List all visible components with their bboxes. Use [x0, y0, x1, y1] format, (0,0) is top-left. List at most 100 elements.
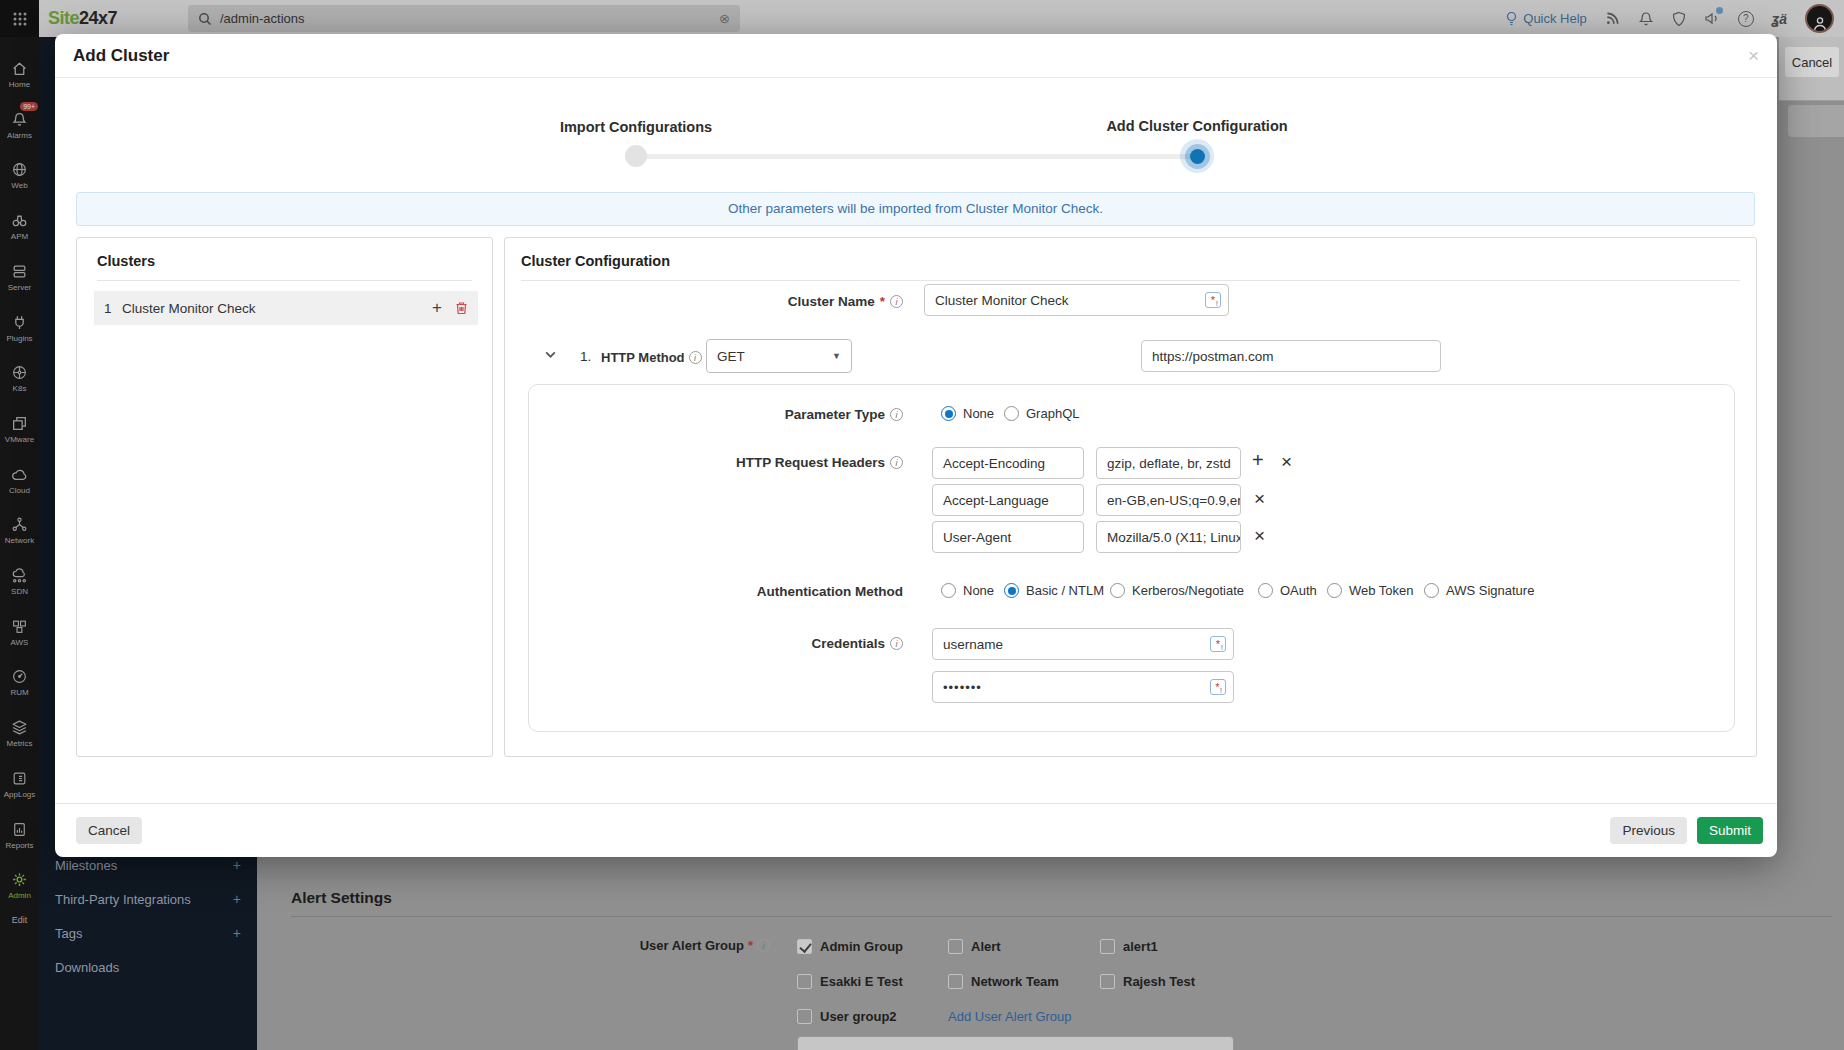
plug-icon	[11, 314, 28, 331]
checkbox-rajesh-test[interactable]: Rajesh Test	[1100, 974, 1195, 989]
radio-auth-kerberos[interactable]: Kerberos/Negotiate	[1110, 583, 1244, 598]
sidebar-item-cloud[interactable]: Cloud	[0, 456, 39, 504]
announcements-icon[interactable]	[1704, 11, 1720, 26]
sidebar-item-server[interactable]: Server	[0, 253, 39, 301]
search-value: /admin-actions	[220, 11, 711, 26]
cluster-name-input[interactable]: Cluster Monitor Check*	[924, 284, 1229, 316]
avatar[interactable]	[1805, 4, 1834, 33]
sidebar-item-home[interactable]: Home	[0, 50, 39, 98]
global-search-input[interactable]: /admin-actions ⊗	[188, 5, 740, 32]
subnav-item-downloads[interactable]: Downloads	[39, 950, 257, 984]
checkbox-network-team[interactable]: Network Team	[948, 974, 1059, 989]
previous-button[interactable]: Previous	[1610, 817, 1687, 844]
sidebar-item-admin[interactable]: Admin	[0, 861, 39, 909]
page: Site24x7 /admin-actions ⊗ Quick Help	[0, 0, 1844, 1050]
info-banner: Other parameters will be imported from C…	[76, 192, 1755, 226]
sidebar-item-network[interactable]: Network	[0, 506, 39, 554]
header-name-input[interactable]: User-Agent	[932, 521, 1084, 553]
checkbox-alert1[interactable]: alert1	[1100, 939, 1158, 954]
sidebar-item-alarms[interactable]: Alarms 99+	[0, 101, 39, 149]
sidebar-item-apm[interactable]: APM	[0, 202, 39, 250]
sidebar-item-vmware[interactable]: VMware	[0, 405, 39, 453]
cancel-button[interactable]: Cancel	[76, 817, 142, 844]
cluster-list-item[interactable]: 1 Cluster Monitor Check +	[94, 291, 478, 325]
sidebar-item-reports[interactable]: Reports	[0, 811, 39, 859]
sidebar-item-metrics[interactable]: Metrics	[0, 709, 39, 757]
divider	[521, 280, 1740, 281]
header-name-input[interactable]: Accept-Encoding	[932, 447, 1084, 479]
step-add-cluster-configuration: Add Cluster Configuration	[1106, 118, 1287, 134]
clusters-panel-title: Clusters	[77, 238, 492, 280]
subnav-item-third-party-integrations[interactable]: Third-Party Integrations+	[39, 882, 257, 916]
radio-auth-web-token[interactable]: Web Token	[1327, 583, 1414, 598]
quick-help-button[interactable]: Quick Help	[1505, 11, 1587, 26]
header-name-input[interactable]: Accept-Language	[932, 484, 1084, 516]
rss-icon[interactable]	[1605, 11, 1620, 26]
header-value-input[interactable]: gzip, deflate, br, zstd	[1096, 447, 1241, 479]
insert-variable-icon[interactable]: *	[1205, 292, 1221, 308]
sidebar-item-applogs[interactable]: AppLogs	[0, 760, 39, 808]
site24x7-logo[interactable]: Site24x7	[48, 8, 117, 29]
clusters-panel: Clusters 1 Cluster Monitor Check +	[76, 237, 493, 757]
http-row-index: 1.	[580, 349, 591, 364]
url-input[interactable]: https://postman.com	[1141, 340, 1441, 372]
add-cluster-icon[interactable]: +	[432, 298, 442, 318]
chevron-down-icon[interactable]	[544, 348, 557, 361]
radio-auth-basic-ntlm[interactable]: Basic / NTLM	[1004, 583, 1104, 598]
help-icon[interactable]: ?	[1738, 11, 1754, 27]
shield-icon[interactable]	[1672, 11, 1686, 27]
password-input[interactable]: •••••••*	[932, 671, 1234, 703]
add-user-alert-group-link[interactable]: Add User Alert Group	[948, 1009, 1072, 1024]
remove-header-icon[interactable]: ×	[1254, 525, 1265, 547]
notifications-bell-icon[interactable]	[1638, 11, 1654, 27]
header-value-input[interactable]: Mozilla/5.0 (X11; Linux x	[1096, 521, 1241, 553]
parameter-type-label: Parameter Typei	[785, 407, 903, 422]
radio-auth-oauth[interactable]: OAuth	[1258, 583, 1317, 598]
delete-cluster-icon[interactable]	[455, 301, 468, 315]
checkbox-esakki-e-test[interactable]: Esakki E Test	[797, 974, 903, 989]
http-method-select[interactable]: GET▼	[706, 339, 852, 373]
plus-icon[interactable]: +	[233, 891, 241, 907]
zia-icon[interactable]: ʓä	[1772, 11, 1787, 27]
modal-footer: Cancel Previous Submit	[55, 803, 1777, 857]
add-header-icon[interactable]: +	[1252, 449, 1264, 472]
sidebar-item-web[interactable]: Web	[0, 151, 39, 199]
alert-settings-heading: Alert Settings	[291, 889, 392, 907]
sidebar-item-edit[interactable]: Edit	[0, 915, 39, 925]
submit-button[interactable]: Submit	[1697, 817, 1763, 844]
step-dot-inactive[interactable]	[625, 145, 647, 167]
sidebar-item-sdn[interactable]: SDN	[0, 557, 39, 605]
checkbox	[797, 939, 812, 954]
remove-header-icon[interactable]: ×	[1281, 451, 1292, 473]
sidebar-item-rum[interactable]: RUM	[0, 658, 39, 706]
close-icon[interactable]: ×	[1748, 45, 1759, 67]
radio-auth-aws-signature[interactable]: AWS Signature	[1424, 583, 1534, 598]
checkbox-alert[interactable]: Alert	[948, 939, 1001, 954]
checkbox-user-group2[interactable]: User group2	[797, 1009, 897, 1024]
checkbox-admin-group[interactable]: Admin Group	[797, 939, 903, 954]
insert-variable-icon[interactable]: *	[1210, 679, 1226, 695]
radio-auth-none[interactable]: None	[941, 583, 994, 598]
sidebar-item-k8s[interactable]: K8s	[0, 354, 39, 402]
username-input[interactable]: username*	[932, 628, 1234, 660]
radio-parameter-none[interactable]: None	[941, 406, 994, 421]
app-grid-button[interactable]	[0, 0, 39, 37]
sidebar-item-aws[interactable]: AWS	[0, 608, 39, 656]
info-icon: i	[890, 295, 903, 308]
search-clear-icon[interactable]: ⊗	[719, 11, 730, 26]
plus-icon[interactable]: +	[233, 857, 241, 873]
background-partial-input[interactable]	[797, 1036, 1234, 1050]
layers-icon	[11, 719, 28, 736]
radio-parameter-graphql[interactable]: GraphQL	[1004, 406, 1079, 421]
header-value-input[interactable]: en-GB,en-US;q=0.9,en;	[1096, 484, 1241, 516]
sidebar-item-plugins[interactable]: Plugins	[0, 304, 39, 352]
background-cancel-button[interactable]: Cancel	[1785, 47, 1839, 77]
step-dot-active[interactable]	[1180, 139, 1214, 173]
select-arrow-icon: ▼	[832, 351, 841, 361]
subnav-item-tags[interactable]: Tags+	[39, 916, 257, 950]
add-cluster-modal: Add Cluster × Import Configurations Add …	[55, 34, 1777, 857]
plus-icon[interactable]: +	[233, 925, 241, 941]
remove-header-icon[interactable]: ×	[1254, 488, 1265, 510]
speedometer-icon	[11, 668, 28, 685]
insert-variable-icon[interactable]: *	[1210, 636, 1226, 652]
